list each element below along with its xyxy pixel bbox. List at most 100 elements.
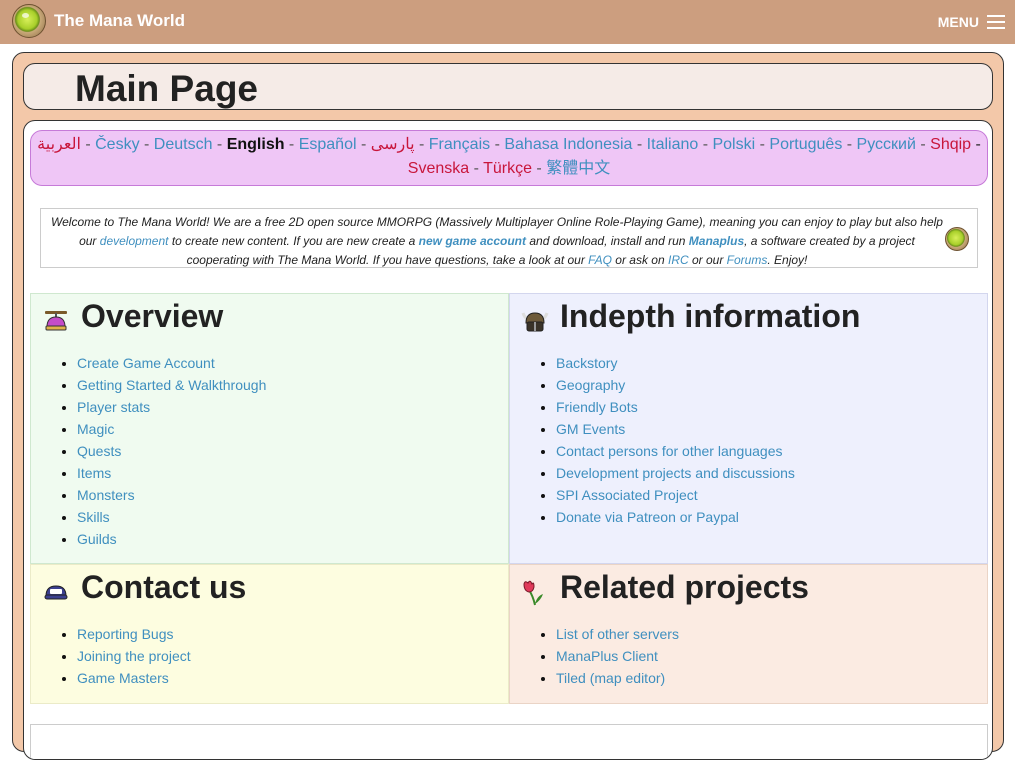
list-item: Contact persons for other languages xyxy=(556,440,795,462)
list-item: Guilds xyxy=(77,528,266,550)
language-separator: - xyxy=(212,136,227,153)
section-link[interactable]: Quests xyxy=(77,443,121,459)
list-item: Getting Started & Walkthrough xyxy=(77,374,266,396)
language-separator: - xyxy=(139,136,154,153)
language-link[interactable]: Русский xyxy=(857,136,916,153)
section-link[interactable]: Magic xyxy=(77,421,114,437)
related-title: Related projects xyxy=(560,569,809,605)
menu-label: MENU xyxy=(937,14,979,30)
section-link[interactable]: Player stats xyxy=(77,399,150,415)
menu-button[interactable]: MENU xyxy=(938,9,1005,35)
top-bar: The Mana World MENU xyxy=(0,0,1015,44)
indepth-links: Backstory Geography Friendly Bots GM Events… xyxy=(556,352,795,528)
language-link[interactable]: Español xyxy=(299,136,357,153)
language-link[interactable]: Português xyxy=(769,136,842,153)
language-separator: - xyxy=(80,136,96,153)
welcome-box: Welcome to The Mana World! We are a free… xyxy=(40,208,978,268)
language-separator: - xyxy=(356,136,371,153)
manaplus-link[interactable]: Manaplus xyxy=(689,234,744,248)
language-link[interactable]: Français xyxy=(429,136,490,153)
propeller-hat-icon xyxy=(45,311,67,331)
title-box: Main Page xyxy=(23,63,993,110)
list-item: Magic xyxy=(77,418,266,440)
list-item: Tiled (map editor) xyxy=(556,667,679,689)
welcome-text-part: . Enjoy! xyxy=(767,253,808,267)
dev-cap-icon xyxy=(44,585,68,600)
site-title[interactable]: The Mana World xyxy=(54,11,185,31)
language-link[interactable]: Polski xyxy=(712,136,755,153)
language-link[interactable]: Deutsch xyxy=(154,136,213,153)
language-link[interactable]: Italiano xyxy=(647,136,699,153)
forums-link[interactable]: Forums xyxy=(727,253,768,267)
language-link[interactable]: پارسی xyxy=(371,136,415,153)
section-link[interactable]: Development projects and discussions xyxy=(556,465,795,481)
language-link[interactable]: Türkçe xyxy=(483,160,532,177)
section-link[interactable]: Guilds xyxy=(77,531,117,547)
section-link[interactable]: Game Masters xyxy=(77,670,169,686)
list-item: Backstory xyxy=(556,352,795,374)
overview-title: Overview xyxy=(81,298,224,334)
section-link[interactable]: Donate via Patreon or Paypal xyxy=(556,509,739,525)
irc-link[interactable]: IRC xyxy=(668,253,689,267)
language-link[interactable]: Shqip xyxy=(930,136,971,153)
section-link[interactable]: Getting Started & Walkthrough xyxy=(77,377,266,393)
section-link[interactable]: ManaPlus Client xyxy=(556,648,658,664)
new-game-account-link[interactable]: new game account xyxy=(419,234,526,248)
section-link[interactable]: List of other servers xyxy=(556,626,679,642)
language-separator: - xyxy=(531,160,547,177)
section-link[interactable]: Reporting Bugs xyxy=(77,626,174,642)
section-link[interactable]: Friendly Bots xyxy=(556,399,638,415)
overview-panel: Overview Create Game Account Getting Star… xyxy=(30,293,509,564)
list-item: Create Game Account xyxy=(77,352,266,374)
mana-world-logo-icon xyxy=(945,227,969,251)
section-link[interactable]: Contact persons for other languages xyxy=(556,443,782,459)
language-link: English xyxy=(226,136,285,153)
language-separator: - xyxy=(755,136,770,153)
section-link[interactable]: Joining the project xyxy=(77,648,191,664)
section-link[interactable]: Skills xyxy=(77,509,110,525)
contact-panel: Contact us Reporting Bugs Joining the pro… xyxy=(30,564,509,704)
language-link[interactable]: 繁體中文 xyxy=(546,160,610,177)
list-item: Quests xyxy=(77,440,266,462)
viking-helmet-icon xyxy=(521,312,549,332)
language-bar: العربية - Česky - Deutsch - English - Es… xyxy=(30,130,988,186)
list-item: List of other servers xyxy=(556,623,679,645)
list-item: SPI Associated Project xyxy=(556,484,795,506)
welcome-text-part: and download, install and run xyxy=(526,234,689,248)
list-item: Skills xyxy=(77,506,266,528)
section-link[interactable]: SPI Associated Project xyxy=(556,487,698,503)
section-link[interactable]: Backstory xyxy=(556,355,617,371)
mana-world-logo-icon[interactable] xyxy=(12,4,46,38)
section-link[interactable]: Create Game Account xyxy=(77,355,215,371)
list-item: Reporting Bugs xyxy=(77,623,191,645)
section-link[interactable]: Geography xyxy=(556,377,625,393)
section-link[interactable]: Tiled (map editor) xyxy=(556,670,665,686)
language-separator: - xyxy=(414,136,429,153)
list-item: Joining the project xyxy=(77,645,191,667)
language-link[interactable]: Svenska xyxy=(408,160,469,177)
language-link[interactable]: Česky xyxy=(95,136,139,153)
section-link[interactable]: GM Events xyxy=(556,421,625,437)
indepth-panel: Indepth information Backstory Geography Fr… xyxy=(509,293,988,564)
list-item: Items xyxy=(77,462,266,484)
list-item: Player stats xyxy=(77,396,266,418)
development-link[interactable]: development xyxy=(100,234,169,248)
language-separator: - xyxy=(490,136,505,153)
list-item: Donate via Patreon or Paypal xyxy=(556,506,795,528)
related-links: List of other servers ManaPlus Client Tile… xyxy=(556,623,679,689)
welcome-text: Welcome to The Mana World! We are a free… xyxy=(51,213,943,270)
indepth-title: Indepth information xyxy=(560,298,861,334)
content-frame: Main Page العربية - Česky - Deutsch - En… xyxy=(12,52,1004,760)
contact-title: Contact us xyxy=(81,569,247,605)
list-item: Game Masters xyxy=(77,667,191,689)
welcome-text-part: or our xyxy=(688,253,727,267)
language-link[interactable]: Bahasa Indonesia xyxy=(504,136,632,153)
faq-link[interactable]: FAQ xyxy=(588,253,612,267)
section-link[interactable]: Monsters xyxy=(77,487,135,503)
section-link[interactable]: Items xyxy=(77,465,111,481)
lower-content-box xyxy=(30,724,988,759)
language-separator: - xyxy=(698,136,713,153)
welcome-text-part: or ask on xyxy=(611,253,668,267)
language-separator: - xyxy=(284,136,299,153)
language-link[interactable]: العربية xyxy=(37,136,81,153)
